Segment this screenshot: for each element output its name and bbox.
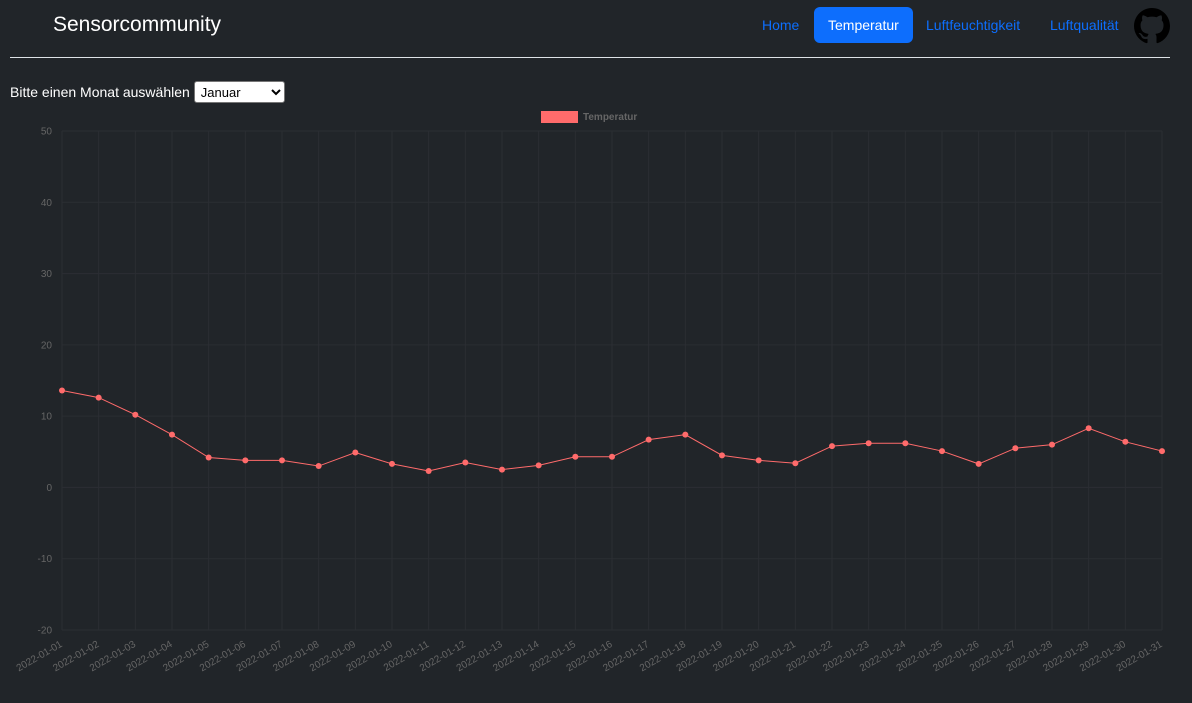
y-tick-label: 10 bbox=[41, 412, 53, 423]
y-tick-label: 40 bbox=[41, 198, 53, 209]
data-point bbox=[205, 454, 212, 461]
data-point bbox=[499, 466, 505, 473]
data-point bbox=[352, 449, 359, 456]
data-point bbox=[865, 440, 872, 447]
data-point bbox=[1159, 448, 1165, 455]
data-point bbox=[242, 457, 249, 464]
data-point bbox=[535, 462, 542, 469]
data-point bbox=[719, 452, 725, 459]
data-point bbox=[1012, 445, 1019, 452]
data-point bbox=[315, 463, 322, 470]
temperature-chart: 50 40 30 20 10 0 -10 -20 2022-01-012022-01-0220… bbox=[15, 111, 1165, 674]
data-point bbox=[902, 440, 909, 447]
data-point bbox=[1049, 441, 1055, 448]
data-point bbox=[425, 468, 432, 475]
data-point bbox=[975, 460, 982, 467]
data-point bbox=[792, 460, 799, 467]
y-tick-label: 30 bbox=[41, 269, 53, 280]
data-point bbox=[389, 460, 395, 467]
data-point bbox=[682, 431, 689, 438]
data-point bbox=[939, 448, 945, 455]
x-axis: 2022-01-012022-01-022022-01-032022-01-04… bbox=[15, 639, 1165, 674]
data-point bbox=[755, 457, 762, 464]
data-point bbox=[645, 436, 652, 443]
data-point bbox=[1085, 425, 1092, 432]
y-tick-label: 20 bbox=[41, 340, 53, 351]
y-axis: 50 40 30 20 10 0 -10 -20 bbox=[38, 127, 53, 637]
y-tick-label: -10 bbox=[38, 554, 53, 565]
data-point bbox=[279, 457, 285, 464]
chart-grid bbox=[61, 130, 1163, 631]
chart-legend: Temperatur bbox=[541, 111, 637, 123]
y-tick-label: 50 bbox=[41, 127, 53, 138]
data-point bbox=[132, 411, 139, 418]
data-point bbox=[609, 453, 615, 460]
data-point bbox=[572, 453, 579, 460]
y-tick-label: 0 bbox=[46, 483, 52, 494]
data-point bbox=[829, 443, 835, 450]
data-point bbox=[95, 394, 102, 401]
legend-label: Temperatur bbox=[583, 112, 637, 123]
data-point bbox=[1122, 438, 1129, 445]
data-point bbox=[462, 459, 469, 466]
y-tick-label: -20 bbox=[38, 626, 53, 637]
data-point bbox=[169, 431, 175, 438]
data-point bbox=[59, 387, 65, 394]
legend-swatch bbox=[541, 111, 578, 123]
